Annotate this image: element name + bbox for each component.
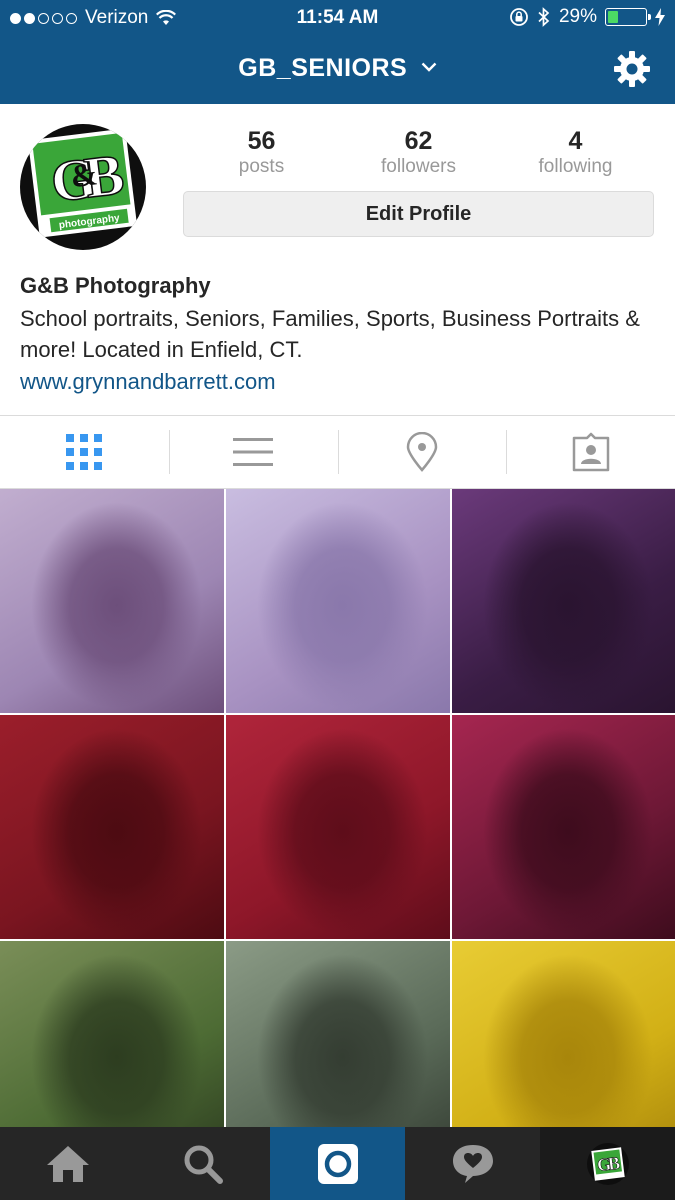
battery-level <box>608 11 619 23</box>
battery-icon <box>605 8 651 26</box>
photo-tile[interactable] <box>0 941 224 1127</box>
activity-icon <box>452 1144 493 1183</box>
profile-tabs <box>0 415 675 489</box>
photo-tile[interactable] <box>226 715 450 939</box>
photo-tile[interactable] <box>0 489 224 713</box>
website-link[interactable]: www.grynnandbarrett.com <box>20 367 660 397</box>
bluetooth-icon <box>538 7 550 27</box>
edit-profile-button[interactable]: Edit Profile <box>183 191 654 237</box>
battery-percent: 29% <box>558 6 597 27</box>
nav-search[interactable] <box>135 1127 270 1200</box>
grid-icon <box>66 434 103 470</box>
stat-posts[interactable]: 56 posts <box>183 126 340 178</box>
profile-avatar-icon: G B <box>586 1142 629 1185</box>
location-pin-icon <box>406 432 438 472</box>
stat-label: followers <box>381 156 456 177</box>
stat-following[interactable]: 4 following <box>497 126 654 178</box>
photo-tile[interactable] <box>0 715 224 939</box>
title-row: GB_SENIORS <box>0 48 675 92</box>
photo-tile[interactable] <box>452 715 675 939</box>
tab-grid[interactable] <box>0 416 169 488</box>
stat-label: posts <box>238 156 285 177</box>
photo-tile[interactable] <box>226 489 450 713</box>
svg-text:B: B <box>606 1152 620 1173</box>
rotation-lock-icon <box>510 8 528 26</box>
bio-text: School portraits, Seniors, Families, Spo… <box>20 306 640 362</box>
nav-camera[interactable] <box>270 1127 405 1200</box>
stat-value: 62 <box>404 127 433 155</box>
photo-tile[interactable] <box>452 489 675 713</box>
list-icon <box>233 438 274 466</box>
stat-followers[interactable]: 62 followers <box>340 126 497 178</box>
profile-stats: 56 posts 62 followers 4 following <box>183 126 654 178</box>
status-bar: Verizon 11:54 AM 29% <box>0 0 675 36</box>
nav-activity[interactable] <box>405 1127 540 1200</box>
profile-avatar[interactable]: G B & photography <box>20 124 146 250</box>
bottom-nav: G B <box>0 1127 675 1200</box>
photo-tile[interactable] <box>226 941 450 1127</box>
status-right: 29% <box>509 6 665 28</box>
tab-list[interactable] <box>168 416 338 488</box>
tab-location[interactable] <box>337 416 507 488</box>
home-icon <box>46 1145 89 1182</box>
camera-icon <box>317 1143 358 1184</box>
stat-label: following <box>538 156 613 177</box>
charging-icon <box>655 8 665 26</box>
profile-name: G&B Photography <box>20 273 211 298</box>
nav-profile[interactable]: G B <box>540 1127 675 1200</box>
chevron-down-icon <box>421 63 437 73</box>
tab-tagged[interactable] <box>506 416 675 488</box>
account-switcher[interactable]: GB_SENIORS <box>0 54 675 83</box>
gb-logo: G B & photography <box>27 128 138 238</box>
profile-bio: G&B Photography School portraits, Senior… <box>20 272 660 397</box>
header: Verizon 11:54 AM 29% GB_SENIORS <box>0 0 675 104</box>
nav-home[interactable] <box>0 1127 135 1200</box>
logo-ampersand: & <box>68 155 99 194</box>
search-icon <box>184 1145 223 1184</box>
username-title: GB_SENIORS <box>238 54 408 82</box>
stat-value: 56 <box>247 127 276 155</box>
gear-icon[interactable] <box>613 50 651 88</box>
stat-value: 4 <box>568 127 583 155</box>
tagged-photos-icon <box>572 432 609 472</box>
photo-grid <box>0 489 675 1127</box>
photo-tile[interactable] <box>452 941 675 1127</box>
